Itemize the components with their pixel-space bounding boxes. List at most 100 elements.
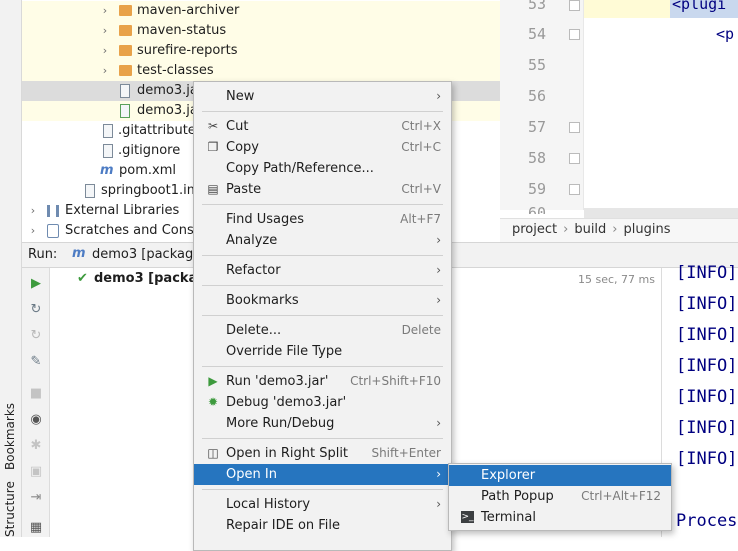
menu-item-shortcut: Shift+Enter (371, 446, 441, 460)
console-line: [INFO] (676, 387, 738, 407)
wrench-icon[interactable]: ✎ (28, 354, 44, 370)
menu-item-bookmarks[interactable]: Bookmarks › (194, 290, 451, 311)
submenu-item-path-popup[interactable]: Path Popup Ctrl+Alt+F12 (449, 486, 671, 507)
menu-item-label: Local History (226, 497, 311, 512)
menu-separator (202, 111, 443, 112)
chevron-right-icon: › (436, 467, 441, 481)
menu-item-local-history[interactable]: Local History › (194, 494, 451, 515)
structure-side-tab[interactable]: Structure (3, 481, 17, 537)
scratch-icon (47, 224, 59, 238)
open-in-submenu: Explorer Path Popup Ctrl+Alt+F12 >_ Term… (448, 463, 672, 531)
line-number: 53 (527, 0, 546, 13)
breadcrumb-project[interactable]: project (512, 222, 557, 237)
menu-item-paste[interactable]: ▤ Paste Ctrl+V (194, 179, 451, 200)
breadcrumb-build[interactable]: build (574, 222, 606, 237)
chevron-right-icon: › (436, 263, 441, 277)
module-file-icon (85, 184, 95, 198)
console-line: Proces (676, 511, 738, 531)
fold-marker-icon[interactable] (569, 184, 580, 195)
submenu-item-explorer[interactable]: Explorer (449, 465, 671, 486)
fold-marker-icon[interactable] (569, 29, 580, 40)
menu-item-run[interactable]: ▶ Run 'demo3.jar' Ctrl+Shift+F10 (194, 371, 451, 392)
menu-item-label: Open In (226, 467, 277, 482)
chevron-right-icon[interactable]: › (26, 201, 40, 221)
refresh-icon[interactable]: ↻ (28, 302, 44, 318)
chevron-right-icon[interactable]: › (98, 1, 112, 21)
maven-icon: m (72, 246, 86, 261)
code-editor[interactable]: 53 54 55 56 57 58 59 60 <plugi <p projec… (500, 0, 738, 242)
jar-file-icon (120, 84, 130, 98)
menu-item-find-usages[interactable]: Find Usages Alt+F7 (194, 209, 451, 230)
context-menu: New › ✂ Cut Ctrl+X ❐ Copy Ctrl+C Copy Pa… (193, 81, 452, 551)
breadcrumb: project › build › plugins (500, 218, 738, 242)
chevron-right-icon: › (436, 497, 441, 511)
fold-marker-icon[interactable] (569, 153, 580, 164)
chevron-right-icon[interactable]: › (98, 41, 112, 61)
menu-item-shortcut: Ctrl+X (401, 119, 441, 133)
fold-marker-icon[interactable] (569, 0, 580, 11)
tree-item-maven-archiver[interactable]: › maven-archiver (22, 1, 500, 21)
menu-item-open-right-split[interactable]: ◫ Open in Right Split Shift+Enter (194, 443, 451, 464)
stop-icon[interactable]: ■ (28, 386, 44, 402)
menu-item-label: Find Usages (226, 212, 305, 227)
check-icon: ✔ (77, 271, 88, 286)
menu-item-label: Delete... (226, 323, 282, 338)
menu-item-debug[interactable]: ✹ Debug 'demo3.jar' (194, 392, 451, 413)
menu-item-delete[interactable]: Delete... Delete (194, 320, 451, 341)
line-number: 56 (527, 87, 546, 105)
menu-item-analyze[interactable]: Analyze › (194, 230, 451, 251)
folder-icon (119, 25, 132, 36)
menu-item-override-file-type[interactable]: Override File Type (194, 341, 451, 362)
menu-item-refactor[interactable]: Refactor › (194, 260, 451, 281)
console-line: [INFO] (676, 263, 738, 283)
run-tab-demo3[interactable]: demo3 [package] (92, 247, 206, 262)
breadcrumb-plugins[interactable]: plugins (624, 222, 671, 237)
export-icon[interactable]: ⇥ (28, 490, 44, 506)
line-gutter: 53 54 55 56 57 58 59 60 (500, 0, 584, 214)
tree-item-test-classes[interactable]: › test-classes (22, 61, 500, 81)
horizontal-scrollbar[interactable] (584, 208, 738, 218)
rerun-failed-icon[interactable]: ↻ (28, 328, 44, 344)
menu-item-repair-ide[interactable]: Repair IDE on File (194, 515, 451, 536)
terminal-icon: >_ (461, 511, 474, 523)
layout-icon[interactable]: ▦ (28, 520, 44, 536)
chevron-right-icon[interactable]: › (98, 21, 112, 41)
menu-separator (202, 315, 443, 316)
rerun-icon[interactable]: ▶ (28, 276, 44, 292)
menu-item-label: More Run/Debug (226, 416, 335, 431)
camera-icon[interactable]: ▣ (28, 464, 44, 480)
menu-item-cut[interactable]: ✂ Cut Ctrl+X (194, 116, 451, 137)
console-output[interactable]: [INFO] [INFO] [INFO] [INFO] [INFO] [INFO… (662, 263, 738, 537)
fold-marker-icon[interactable] (569, 122, 580, 133)
chevron-right-icon: › (436, 89, 441, 103)
tree-item-surefire-reports[interactable]: › surefire-reports (22, 41, 500, 61)
tree-item-label: External Libraries (65, 203, 180, 218)
menu-item-shortcut: Delete (401, 323, 441, 337)
debug-icon: ✹ (207, 395, 219, 409)
menu-item-shortcut: Ctrl+V (401, 182, 441, 196)
menu-item-label: Terminal (481, 510, 536, 525)
menu-item-new[interactable]: New › (194, 86, 451, 107)
menu-item-copy-path[interactable]: Copy Path/Reference... (194, 158, 451, 179)
settings-icon[interactable]: ✱ (28, 438, 44, 454)
chevron-right-icon: › (436, 293, 441, 307)
tree-item-label: Scratches and Console (65, 223, 214, 238)
menu-item-copy[interactable]: ❐ Copy Ctrl+C (194, 137, 451, 158)
chevron-right-icon[interactable]: › (26, 221, 40, 241)
console-line: [INFO] (676, 294, 738, 314)
bookmarks-side-tab[interactable]: Bookmarks (3, 403, 17, 470)
eye-icon[interactable]: ◉ (28, 412, 44, 428)
menu-item-label: Open in Right Split (226, 446, 349, 461)
menu-separator (202, 366, 443, 367)
run-toolbar: ▶ ↻ ↻ ✎ ■ ◉ ✱ ▣ ⇥ ▦ (22, 268, 50, 537)
menu-item-shortcut: Ctrl+Shift+F10 (350, 374, 441, 388)
maven-icon: m (100, 163, 114, 178)
submenu-item-terminal[interactable]: >_ Terminal (449, 507, 671, 528)
tree-item-maven-status[interactable]: › maven-status (22, 21, 500, 41)
chevron-right-icon[interactable]: › (98, 61, 112, 81)
menu-item-label: Run 'demo3.jar' (226, 374, 329, 389)
folder-icon (119, 5, 132, 16)
menu-item-more-run-debug[interactable]: More Run/Debug › (194, 413, 451, 434)
tree-item-label: pom.xml (119, 163, 176, 178)
menu-item-open-in[interactable]: Open In › (194, 464, 451, 485)
